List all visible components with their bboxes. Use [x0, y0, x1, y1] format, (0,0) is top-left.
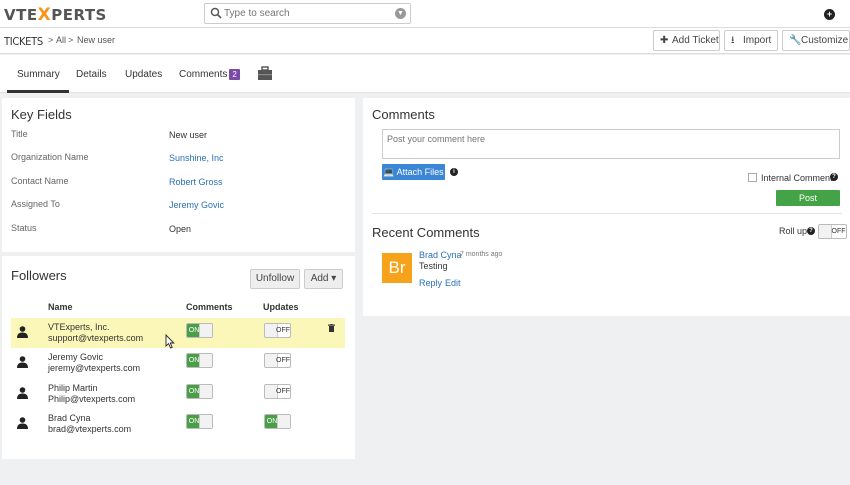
- followers-title: Followers: [11, 268, 67, 283]
- field-label-contact: Contact Name: [11, 176, 69, 186]
- mouse-cursor-icon: [165, 334, 175, 349]
- comment-textarea[interactable]: [382, 129, 840, 159]
- field-label-organization: Organization Name: [11, 152, 89, 162]
- quick-create-icon[interactable]: +: [824, 9, 835, 20]
- follower-name: VTExperts, Inc. support@vtexperts.com: [48, 322, 144, 343]
- caret-down-icon: ▾: [331, 273, 337, 284]
- key-fields-title: Key Fields: [11, 107, 72, 122]
- customize-button[interactable]: 🔧Customize ▾: [782, 30, 850, 51]
- column-header-comments: Comments: [186, 302, 233, 312]
- field-value-organization[interactable]: Sunshine, Inc: [169, 153, 224, 163]
- breadcrumb-all[interactable]: All: [56, 35, 66, 45]
- search-icon: [210, 7, 222, 19]
- breadcrumb-record: New user: [77, 35, 116, 45]
- download-icon: ⭳: [731, 35, 735, 46]
- comments-panel: Comments 💻 Attach Files i Internal Comme…: [363, 98, 850, 316]
- reply-link[interactable]: Reply: [419, 278, 442, 288]
- help-icon[interactable]: ?: [830, 173, 838, 181]
- key-fields-panel: Key Fields Title New user Organization N…: [2, 98, 355, 252]
- table-row[interactable]: Philip Martin Philip@vtexperts.com ON OFF: [11, 379, 345, 409]
- add-ticket-button[interactable]: ✚ Add Ticket: [653, 30, 720, 51]
- field-label-title: Title: [11, 129, 28, 139]
- tab-summary[interactable]: Summary: [17, 69, 60, 80]
- comments-toggle[interactable]: ON: [186, 353, 213, 368]
- internal-comment-label: Internal Comment: [761, 173, 833, 183]
- internal-comment-checkbox[interactable]: [748, 173, 757, 182]
- comments-toggle[interactable]: ON: [186, 414, 213, 429]
- follower-name: Brad Cyna brad@vtexperts.com: [48, 413, 132, 434]
- briefcase-icon[interactable]: [257, 66, 273, 81]
- tab-details[interactable]: Details: [76, 69, 107, 80]
- comments-toggle[interactable]: ON: [186, 323, 213, 338]
- follower-name: Jeremy Govic jeremy@vtexperts.com: [48, 352, 141, 373]
- info-icon[interactable]: i: [450, 168, 458, 176]
- breadcrumb-separator: >: [68, 35, 74, 45]
- brand-logo[interactable]: VTEXPERTS: [4, 5, 107, 25]
- global-search: ▼: [204, 3, 411, 24]
- comment-author[interactable]: Brad Cyna: [419, 250, 462, 260]
- laptop-icon: 💻: [383, 167, 395, 177]
- comments-count-badge: 2: [229, 69, 240, 80]
- followers-panel: Followers Unfollow Add ▾ Name Comments U…: [2, 256, 355, 459]
- field-label-status: Status: [11, 223, 37, 233]
- table-row[interactable]: Jeremy Govic jeremy@vtexperts.com ON OFF: [11, 348, 345, 378]
- import-button[interactable]: ⭳ Import: [724, 30, 778, 51]
- updates-toggle[interactable]: OFF: [264, 353, 291, 368]
- search-input[interactable]: [224, 6, 392, 21]
- comments-toggle[interactable]: ON: [186, 384, 213, 399]
- tab-updates[interactable]: Updates: [125, 69, 162, 80]
- record-tabs: Summary Details Updates Comments 2: [0, 55, 850, 93]
- avatar: Br: [382, 253, 412, 283]
- divider: [372, 213, 842, 214]
- follower-name: Philip Martin Philip@vtexperts.com: [48, 383, 136, 404]
- attach-files-button[interactable]: 💻 Attach Files: [382, 164, 445, 180]
- comments-title: Comments: [372, 107, 435, 122]
- field-value-title[interactable]: New user: [169, 130, 207, 140]
- comment-time: 7 months ago: [460, 251, 503, 258]
- breadcrumb-separator: >: [48, 35, 54, 45]
- comment-text: Testing: [419, 261, 448, 271]
- recent-comments-title: Recent Comments: [372, 225, 480, 240]
- column-header-updates: Updates: [263, 302, 299, 312]
- field-label-assigned: Assigned To: [11, 199, 60, 209]
- trash-icon[interactable]: [328, 324, 335, 332]
- unfollow-button[interactable]: Unfollow: [250, 269, 300, 289]
- post-button[interactable]: Post: [776, 190, 840, 206]
- updates-toggle[interactable]: OFF: [264, 384, 291, 399]
- rollup-label: Roll up: [779, 226, 808, 236]
- help-icon[interactable]: ?: [807, 227, 815, 235]
- module-name[interactable]: TICKETS: [4, 35, 43, 48]
- user-icon: [17, 326, 28, 338]
- user-icon: [17, 356, 28, 368]
- rollup-toggle[interactable]: OFF: [818, 224, 847, 239]
- breadcrumb-bar: TICKETS > All > New user ✚ Add Ticket ⭳ Im…: [0, 28, 850, 54]
- plus-icon: ✚: [660, 35, 669, 46]
- top-bar: VTEXPERTS ▼ +: [0, 0, 850, 28]
- user-icon: [17, 387, 28, 399]
- updates-toggle[interactable]: ON: [264, 414, 291, 429]
- wrench-icon: 🔧: [789, 35, 802, 46]
- field-value-status[interactable]: Open: [169, 224, 191, 234]
- column-header-name: Name: [48, 302, 73, 312]
- table-row[interactable]: Brad Cyna brad@vtexperts.com ON ON: [11, 409, 345, 439]
- table-row[interactable]: VTExperts, Inc. support@vtexperts.com ON …: [11, 318, 345, 348]
- user-icon: [17, 417, 28, 429]
- add-follower-button[interactable]: Add ▾: [304, 269, 343, 289]
- tab-comments[interactable]: Comments 2: [179, 69, 240, 80]
- edit-link[interactable]: Edit: [445, 278, 461, 288]
- search-options-icon[interactable]: ▼: [395, 8, 406, 19]
- field-value-assigned[interactable]: Jeremy Govic: [169, 200, 224, 210]
- field-value-contact[interactable]: Robert Gross: [169, 177, 223, 187]
- active-tab-indicator: [7, 90, 69, 93]
- updates-toggle[interactable]: OFF: [264, 323, 291, 338]
